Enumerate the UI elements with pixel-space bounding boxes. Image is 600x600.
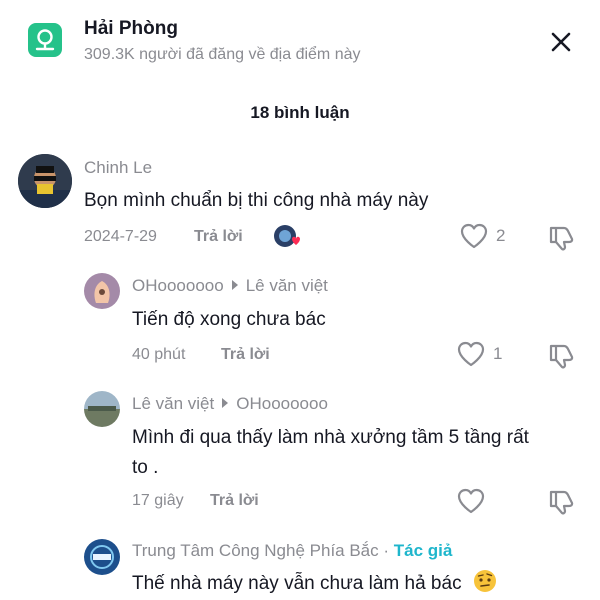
- reply-to-arrow-icon: [231, 280, 238, 290]
- reply-button[interactable]: Trả lời: [194, 228, 243, 246]
- thumbs-down-icon: [549, 490, 574, 515]
- reply-text: Tiến độ xong chưa bác: [132, 309, 326, 330]
- heart-icon: [457, 488, 485, 514]
- reply-item: Lê văn việt OHooooooo Mình đi qua thấy là…: [0, 388, 600, 528]
- reply-button[interactable]: Trả lời: [210, 492, 259, 510]
- reply-text: Mình đi qua thấy làm nhà xưởng tầm 5 tần…: [132, 427, 529, 478]
- comment-item: Chinh Le Bọn mình chuẩn bị thi công nhà …: [0, 150, 600, 260]
- location-badge[interactable]: [28, 23, 62, 57]
- comment-author[interactable]: Chinh Le: [84, 158, 152, 178]
- reply-author-line: Lê văn việt OHooooooo: [132, 394, 328, 414]
- reply-text-content: Thế nhà máy này vẫn chưa làm hả bác: [132, 573, 462, 594]
- reply-to-arrow-icon: [222, 398, 229, 408]
- avatar[interactable]: [84, 539, 120, 575]
- map-pin-icon: [35, 29, 55, 51]
- heart-icon: [457, 341, 485, 367]
- like-count: 1: [493, 344, 503, 363]
- reply-to-user[interactable]: OHooooooo: [236, 394, 328, 413]
- comment-time: 2024-7-29: [84, 228, 157, 245]
- comments-count: 18 bình luận: [250, 103, 350, 122]
- like-button[interactable]: 1: [457, 341, 502, 367]
- reply-author-line: Trung Tâm Công Nghệ Phía Bắc · Tác giả: [132, 541, 452, 561]
- reply-to-user[interactable]: Lê văn việt: [246, 276, 328, 295]
- like-button[interactable]: 2: [460, 223, 505, 249]
- heart-icon: [460, 223, 488, 249]
- comment-text: Bọn mình chuẩn bị thi công nhà máy này: [84, 190, 429, 211]
- thumbs-down-icon: [549, 226, 574, 251]
- avatar[interactable]: [18, 154, 72, 208]
- avatar[interactable]: [84, 391, 120, 427]
- dislike-button[interactable]: [548, 342, 576, 375]
- reply-time: 40 phút: [132, 346, 186, 363]
- reply-author[interactable]: OHooooooo: [132, 276, 224, 295]
- location-subtitle: 309.3K người đã đăng về địa điểm này: [84, 46, 361, 63]
- reply-item: Trung Tâm Công Nghệ Phía Bắc · Tác giả T…: [0, 535, 600, 600]
- like-button[interactable]: [457, 488, 493, 514]
- close-icon: [551, 32, 571, 52]
- reply-author-line: OHooooooo Lê văn việt: [132, 276, 328, 296]
- liked-by-creator-badge: [273, 224, 303, 250]
- reply-author[interactable]: Trung Tâm Công Nghệ Phía Bắc: [132, 541, 379, 560]
- raised-eyebrow-emoji-icon: [473, 569, 497, 600]
- dislike-button[interactable]: [548, 488, 576, 521]
- location-header: Hải Phòng 309.3K người đã đăng về địa đi…: [0, 0, 600, 90]
- close-button[interactable]: [545, 26, 577, 58]
- avatar[interactable]: [84, 273, 120, 309]
- separator: ·: [383, 541, 390, 560]
- like-count: 2: [496, 226, 506, 245]
- reply-author[interactable]: Lê văn việt: [132, 394, 214, 413]
- thumbs-down-icon: [549, 344, 574, 369]
- reply-button[interactable]: Trả lời: [221, 346, 270, 364]
- reply-item: OHooooooo Lê văn việt Tiến độ xong chưa b…: [0, 270, 600, 380]
- location-name[interactable]: Hải Phòng: [84, 18, 178, 40]
- dislike-button[interactable]: [548, 224, 576, 257]
- author-tag: Tác giả: [393, 541, 453, 560]
- reply-text: Thế nhà máy này vẫn chưa làm hả bác: [132, 569, 582, 600]
- reply-time: 17 giây: [132, 492, 184, 509]
